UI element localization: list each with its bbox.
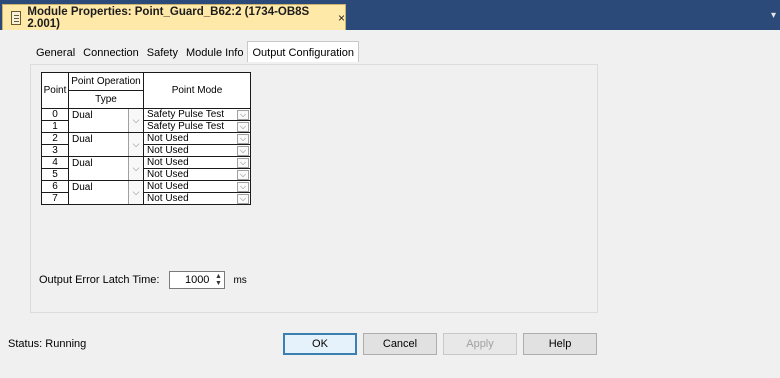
point-mode-value: Not Used	[147, 169, 189, 180]
point-number: 4	[41, 156, 69, 169]
apply-button[interactable]: Apply	[443, 333, 517, 355]
chevron-down-icon[interactable]: ⌵	[237, 169, 249, 180]
point-mode-value: Not Used	[147, 157, 189, 168]
chevron-down-icon[interactable]: ⌵	[128, 181, 143, 204]
point-operation-value: Dual	[72, 158, 93, 169]
point-mode-value: Not Used	[147, 181, 189, 192]
tab-module-info[interactable]: Module Info	[182, 44, 247, 62]
tab-bar: General Connection Safety Module Info Ou…	[32, 41, 359, 62]
title-bar: Module Properties: Point_Guard_B62:2 (17…	[0, 0, 780, 30]
latch-time-stepper[interactable]: 1000 ▲ ▼	[169, 271, 226, 289]
output-error-latch-time: Output Error Latch Time: 1000 ▲ ▼ ms	[39, 271, 247, 289]
point-number: 6	[41, 180, 69, 193]
point-operation-value: Dual	[72, 110, 93, 121]
point-mode-select[interactable]: Not Used ⌵	[143, 192, 251, 205]
chevron-down-icon[interactable]: ⌵	[237, 121, 249, 132]
output-configuration-panel: Point Point Operation Point Mode Type 0 …	[30, 64, 598, 313]
header-point-operation: Point Operation	[68, 72, 144, 91]
chevron-down-icon[interactable]: ⌵	[237, 181, 249, 192]
chevron-down-icon[interactable]: ⌵	[128, 109, 143, 132]
point-mode-select[interactable]: Safety Pulse Test ⌵	[143, 120, 251, 133]
arrow-down-icon[interactable]: ▼	[215, 280, 222, 287]
chevron-down-icon[interactable]: ⌵	[237, 193, 249, 204]
point-number: 3	[41, 144, 69, 157]
table-row: 0 Dual ⌵ Safety Pulse Test ⌵	[41, 108, 251, 133]
point-operation-select[interactable]: Dual ⌵	[68, 180, 144, 205]
dialog-content: General Connection Safety Module Info Ou…	[8, 30, 780, 378]
tab-safety[interactable]: Safety	[143, 44, 182, 62]
tab-connection[interactable]: Connection	[79, 44, 143, 62]
chevron-down-icon[interactable]: ⌵	[128, 133, 143, 156]
point-number: 5	[41, 168, 69, 181]
chevron-down-icon[interactable]: ⌵	[237, 157, 249, 168]
point-number: 7	[41, 192, 69, 205]
tab-general[interactable]: General	[32, 44, 79, 62]
document-tab[interactable]: Module Properties: Point_Guard_B62:2 (17…	[2, 4, 346, 30]
table-row: 6 Dual ⌵ Not Used ⌵	[41, 180, 251, 205]
output-points-table: Point Point Operation Point Mode Type 0 …	[41, 72, 251, 205]
arrow-up-icon[interactable]: ▲	[215, 273, 222, 280]
point-operation-value: Dual	[72, 134, 93, 145]
point-mode-value: Not Used	[147, 145, 189, 156]
latch-time-label: Output Error Latch Time:	[39, 274, 160, 286]
header-point: Point	[41, 72, 69, 109]
window-menu-arrow-icon[interactable]: ▾	[771, 10, 776, 21]
point-mode-select[interactable]: Not Used ⌵	[143, 156, 251, 169]
ok-button[interactable]: OK	[283, 333, 357, 355]
point-operation-select[interactable]: Dual ⌵	[68, 108, 144, 133]
table-row: 4 Dual ⌵ Not Used ⌵	[41, 156, 251, 181]
latch-time-value[interactable]: 1000	[170, 274, 212, 286]
point-mode-select[interactable]: Not Used ⌵	[143, 144, 251, 157]
point-mode-select[interactable]: Not Used ⌵	[143, 180, 251, 193]
cancel-button[interactable]: Cancel	[363, 333, 437, 355]
module-properties-window: Module Properties: Point_Guard_B62:2 (17…	[0, 0, 780, 378]
help-button[interactable]: Help	[523, 333, 597, 355]
point-operation-select[interactable]: Dual ⌵	[68, 132, 144, 157]
point-mode-select[interactable]: Not Used ⌵	[143, 168, 251, 181]
tab-output-configuration[interactable]: Output Configuration	[247, 41, 359, 62]
chevron-down-icon[interactable]: ⌵	[237, 109, 249, 120]
point-mode-value: Not Used	[147, 133, 189, 144]
point-mode-value: Not Used	[147, 193, 189, 204]
point-mode-select[interactable]: Not Used ⌵	[143, 132, 251, 145]
point-mode-value: Safety Pulse Test	[147, 121, 225, 132]
status-text: Status: Running	[8, 338, 87, 350]
window-title: Module Properties: Point_Guard_B62:2 (17…	[27, 5, 310, 30]
point-number: 2	[41, 132, 69, 145]
point-number: 0	[41, 108, 69, 121]
header-type: Type	[68, 90, 144, 109]
point-mode-value: Safety Pulse Test	[147, 109, 225, 120]
point-operation-select[interactable]: Dual ⌵	[68, 156, 144, 181]
chevron-down-icon[interactable]: ⌵	[237, 145, 249, 156]
document-icon	[11, 10, 22, 25]
point-mode-select[interactable]: Safety Pulse Test ⌵	[143, 108, 251, 121]
point-operation-value: Dual	[72, 182, 93, 193]
chevron-down-icon[interactable]: ⌵	[237, 133, 249, 144]
table-row: 2 Dual ⌵ Not Used ⌵	[41, 132, 251, 157]
point-number: 1	[41, 120, 69, 133]
stepper-arrows[interactable]: ▲ ▼	[212, 273, 224, 287]
left-margin	[0, 30, 18, 378]
chevron-down-icon[interactable]: ⌵	[128, 157, 143, 180]
latch-time-unit: ms	[233, 274, 247, 286]
close-icon[interactable]: ×	[338, 11, 345, 25]
header-point-mode: Point Mode	[143, 72, 251, 109]
